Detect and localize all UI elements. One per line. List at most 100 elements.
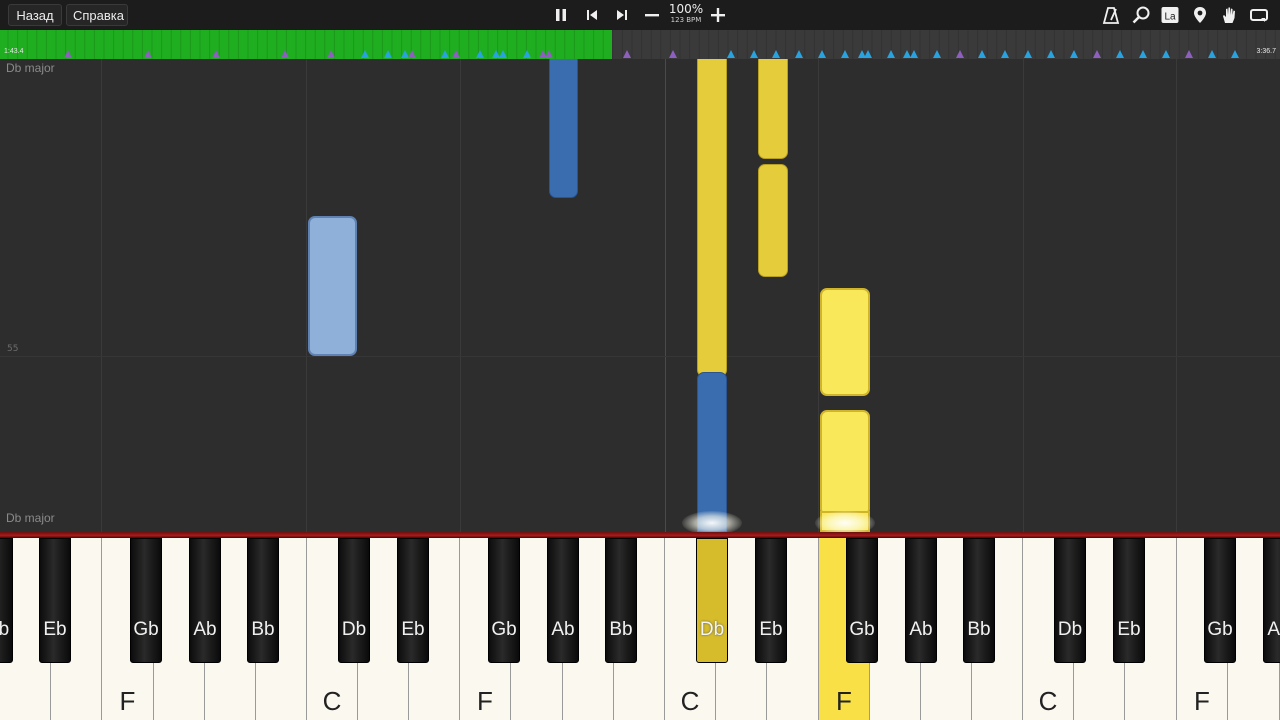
timeline-note-marker (1116, 50, 1124, 58)
key-hit-glow (815, 511, 875, 532)
falling-note-left-hand (549, 59, 578, 198)
key-label: Gb (491, 619, 517, 640)
timeline-note-marker (978, 50, 986, 58)
toolbar: Назад Справка 100% 123 BPM La (0, 0, 1280, 30)
previous-icon[interactable] (582, 5, 602, 25)
timeline-note-marker (818, 50, 826, 58)
timeline-note-marker (903, 50, 911, 58)
black-key[interactable]: Gb (488, 538, 520, 663)
timeline-note-marker (1047, 50, 1055, 58)
black-key[interactable]: Db (0, 538, 13, 663)
black-key[interactable]: Eb (39, 538, 71, 663)
black-key[interactable]: Ab (905, 538, 937, 663)
piano-roll: Db major 55 Db major (0, 59, 1280, 532)
pause-icon[interactable] (551, 5, 571, 25)
tempo-display: 100% 123 BPM (666, 3, 706, 25)
plus-icon[interactable] (708, 5, 728, 25)
timeline-note-marker (523, 50, 531, 58)
label-icon-text: La (1164, 12, 1176, 23)
measure-number: 55 (7, 344, 19, 354)
black-key[interactable]: Eb (397, 538, 429, 663)
timeline-note-marker (1093, 50, 1101, 58)
minus-icon[interactable] (642, 5, 662, 25)
key-label: F (1194, 686, 1210, 716)
timeline-note-marker (144, 50, 152, 58)
key-label: Db (1057, 619, 1083, 640)
black-key[interactable]: Eb (755, 538, 787, 663)
grid-line (101, 59, 102, 532)
black-key[interactable]: Gb (1204, 538, 1236, 663)
timeline-note-marker (361, 50, 369, 58)
key-hit-glow (682, 511, 742, 532)
help-button[interactable]: Справка (66, 4, 128, 26)
key-label: Ab (551, 619, 575, 640)
key-label: Ab (909, 619, 933, 640)
timeline-note-marker (910, 50, 918, 58)
key-label: Db (341, 619, 367, 640)
search-icon[interactable] (1131, 5, 1151, 25)
falling-note-right-hand (697, 59, 727, 377)
timeline-note-marker (772, 50, 780, 58)
key-label: Eb (43, 619, 67, 640)
key-label: Gb (133, 619, 159, 640)
timeline-note-marker (956, 50, 964, 58)
black-key[interactable]: Bb (605, 538, 637, 663)
key-signature-label: Db major (6, 511, 55, 525)
timeline-note-marker (401, 50, 409, 58)
timeline-marks (7, 30, 1276, 59)
key-label: C (680, 686, 700, 716)
key-label: F (119, 686, 136, 716)
timeline-scrubber[interactable]: 1:43.4 3:36.7 (0, 30, 1280, 59)
grid-line (460, 59, 461, 532)
timeline-note-marker (887, 50, 895, 58)
black-key[interactable]: Gb (130, 538, 162, 663)
falling-note-left-hand (308, 216, 357, 356)
falling-note-right-hand (820, 288, 870, 396)
timeline-note-marker (408, 50, 416, 58)
black-key[interactable]: Bb (247, 538, 279, 663)
label-icon[interactable]: La (1160, 5, 1180, 25)
measure-line (0, 356, 1280, 357)
key-label: Bb (609, 619, 633, 640)
back-button[interactable]: Назад (8, 4, 62, 26)
key-label: Gb (1207, 619, 1233, 640)
black-key[interactable]: Bb (963, 538, 995, 663)
time-total: 3:36.7 (1256, 48, 1276, 55)
falling-note-left-hand (697, 372, 727, 532)
piano-keyboard[interactable]: F C F C F C F Db Eb Gb Ab Bb Db Eb Gb Ab… (0, 532, 1280, 720)
black-key[interactable]: Db (338, 538, 370, 663)
key-label: Gb (849, 619, 875, 640)
key-label: Ab (193, 619, 217, 640)
next-icon[interactable] (612, 5, 632, 25)
black-key-db-pressed[interactable]: Db (696, 538, 728, 663)
location-pin-icon[interactable] (1190, 5, 1210, 25)
black-key[interactable]: Ab (189, 538, 221, 663)
black-key[interactable]: Eb (1113, 538, 1145, 663)
timeline-note-marker (281, 50, 289, 58)
grid-line (1023, 59, 1024, 532)
key-label: Eb (759, 619, 783, 640)
key-label: Eb (1117, 619, 1141, 640)
timeline-note-marker (499, 50, 507, 58)
timeline-note-marker (864, 50, 872, 58)
loop-icon[interactable] (1249, 5, 1269, 25)
black-key[interactable]: Gb (846, 538, 878, 663)
timeline-note-marker (1231, 50, 1239, 58)
timeline-note-marker (795, 50, 803, 58)
metronome-icon[interactable] (1101, 5, 1121, 25)
key-label: F (477, 686, 493, 716)
black-key[interactable]: Ab (547, 538, 579, 663)
falling-note-right-hand (758, 164, 788, 277)
black-key[interactable]: Db (1054, 538, 1086, 663)
key-label: Bb (251, 619, 275, 640)
tempo-bpm: 123 BPM (670, 16, 702, 24)
key-label: Ab (1267, 619, 1280, 640)
black-key[interactable]: Ab (1263, 538, 1280, 663)
timeline-note-marker (1070, 50, 1078, 58)
timeline-note-marker (545, 50, 553, 58)
timeline-note-marker (1162, 50, 1170, 58)
timeline-note-marker (1001, 50, 1009, 58)
key-label: C (322, 686, 342, 716)
hand-icon[interactable] (1219, 5, 1239, 25)
key-label: Db (0, 619, 10, 640)
